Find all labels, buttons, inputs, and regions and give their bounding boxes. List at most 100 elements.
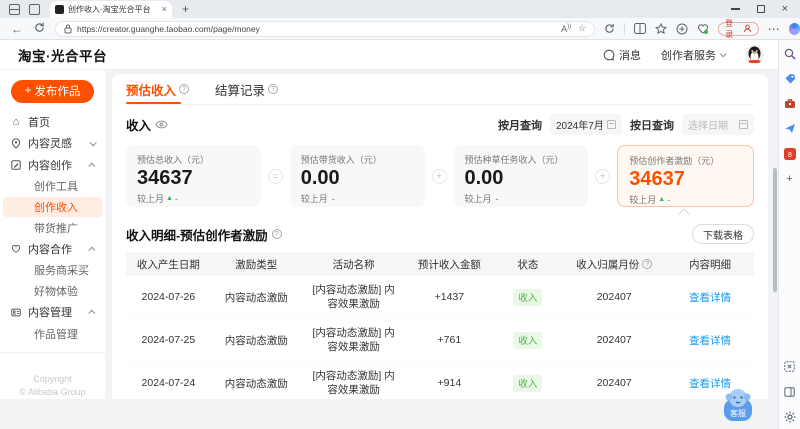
creator-services-dropdown[interactable]: 创作者服务 <box>661 47 725 63</box>
sidebar-drop-icon[interactable] <box>783 122 796 135</box>
sidebar-search-icon[interactable] <box>783 47 796 60</box>
sidebar-item-content-creation[interactable]: 内容创作 <box>0 154 105 176</box>
sidebar-add-icon[interactable]: + <box>783 172 796 185</box>
selected-card-caret <box>678 208 689 219</box>
sidebar-item-content-management[interactable]: 内容管理 <box>0 302 105 324</box>
avatar[interactable] <box>745 45 764 64</box>
collections-icon[interactable] <box>676 23 688 35</box>
message-bubble-icon <box>603 49 615 61</box>
more-menu-icon[interactable]: ⋯ <box>768 22 780 36</box>
site-logo[interactable]: 淘宝·光合平台 <box>18 45 107 65</box>
monthly-query-label: 按月查询 <box>498 117 542 133</box>
settings-gear-icon[interactable] <box>783 410 796 423</box>
status-badge: 收入 <box>513 332 542 349</box>
chevron-up-icon <box>88 246 95 253</box>
login-label: 登录 <box>725 18 740 40</box>
trend-up-icon: ▲ <box>658 196 665 203</box>
sidebar-item-home[interactable]: ⌂ 首页 <box>0 111 105 133</box>
sidebar-item-inspiration[interactable]: 内容灵感 <box>0 132 105 154</box>
browser-essentials-icon[interactable] <box>697 23 709 35</box>
favorites-star-icon[interactable] <box>655 23 667 35</box>
refresh-sync-icon[interactable] <box>604 23 615 34</box>
card-seeding-task-income[interactable]: 预估种草任务收入（元） 0.00 较上月- <box>454 145 589 207</box>
tab-actions-icon[interactable] <box>29 4 40 15</box>
home-icon: ⌂ <box>10 116 22 128</box>
refresh-icon[interactable] <box>34 22 45 36</box>
id-card-icon <box>10 306 22 318</box>
help-icon[interactable] <box>642 259 652 269</box>
edge-sidebar: 8 + <box>778 40 800 429</box>
read-aloud-icon[interactable]: A)) <box>561 24 571 34</box>
status-badge: 收入 <box>513 375 542 392</box>
income-detail-table: 收入产生日期 激励类型 活动名称 预计收入金额 状态 收入归属月份 内容明细 2… <box>126 252 754 399</box>
browser-login-button[interactable]: 登录 <box>718 22 759 36</box>
customer-service-button[interactable]: 客服 <box>720 385 756 425</box>
tab-estimated-income[interactable]: 预估收入 <box>126 74 189 104</box>
view-details-link[interactable]: 查看详情 <box>689 335 731 347</box>
publish-work-button[interactable]: + 发布作品 <box>11 80 94 103</box>
workspaces-icon[interactable] <box>9 4 20 15</box>
help-icon[interactable] <box>268 84 278 94</box>
page-scrollbar[interactable] <box>773 168 777 292</box>
creator-services-label: 创作者服务 <box>661 47 716 63</box>
sidebar-item-service-provider[interactable]: 服务商采买 <box>0 260 105 281</box>
plus-icon: + <box>25 85 32 97</box>
toolbar-actions: 登录 ⋯ <box>604 22 800 36</box>
sidebar-item-product-promotion[interactable]: 带货推广 <box>0 217 105 238</box>
window-minimize-button[interactable] <box>731 8 740 9</box>
chevron-up-icon <box>88 162 95 169</box>
window-close-button[interactable]: × <box>782 5 788 13</box>
browser-tab[interactable]: 创作收入-淘宝光合平台 × <box>50 1 172 18</box>
messages-label: 消息 <box>619 47 641 63</box>
sidebar-panel-icon[interactable] <box>783 385 796 398</box>
tab-settlement-records[interactable]: 结算记录 <box>215 74 278 104</box>
window-maximize-button[interactable] <box>757 5 765 13</box>
heart-hands-icon <box>10 243 22 255</box>
document-edit-icon <box>10 159 22 171</box>
new-tab-button[interactable]: + <box>182 2 189 16</box>
help-icon[interactable] <box>179 84 189 94</box>
calendar-icon <box>607 120 616 129</box>
eye-icon[interactable] <box>155 120 168 129</box>
table-row: 2024-07-24 内容动态激励 [内容动态激励] 内容效果激励 +914 收… <box>126 362 754 399</box>
sidebar-item-content-cooperation[interactable]: 内容合作 <box>0 238 105 260</box>
sidebar-item-creation-tools[interactable]: 创作工具 <box>0 176 105 197</box>
plus-icon: + <box>595 169 610 184</box>
income-cards: 预估总收入（元） 34637 较上月▲- = 预估带货收入（元） 0.00 较上… <box>126 145 754 207</box>
screenshot-icon[interactable] <box>783 360 796 373</box>
help-icon[interactable] <box>272 229 282 239</box>
left-sidebar: + 发布作品 ⌂ 首页 内容灵感 内容创作 创作工具 <box>0 70 105 399</box>
address-bar[interactable]: https://creator.guanghe.taobao.com/page/… <box>55 21 595 37</box>
download-table-button[interactable]: 下载表格 <box>692 224 754 244</box>
date-picker-input[interactable]: 选择日期 <box>682 114 754 135</box>
card-goods-income[interactable]: 预估带货收入（元） 0.00 较上月- <box>290 145 425 207</box>
chevron-down-icon <box>90 139 97 146</box>
browser-toolbar: ← https://creator.guanghe.taobao.com/pag… <box>0 18 800 40</box>
sidebar-item-goods-experience[interactable]: 好物体验 <box>0 281 105 302</box>
tab-close-icon[interactable]: × <box>162 4 167 14</box>
view-details-link[interactable]: 查看详情 <box>689 292 731 304</box>
sidebar-item-works-management[interactable]: 作品管理 <box>0 323 105 344</box>
sidebar-games-icon[interactable]: 8 <box>783 147 796 160</box>
assistant-label: 客服 <box>730 408 746 418</box>
pin-icon <box>10 137 22 149</box>
sidebar-tools-icon[interactable] <box>783 97 796 110</box>
messages-button[interactable]: 消息 <box>603 47 641 63</box>
toolbar-divider <box>624 23 625 35</box>
trend-up-icon: ▲ <box>166 195 173 202</box>
chevron-up-icon <box>88 310 95 317</box>
sidebar-item-creation-income[interactable]: 创作收入 <box>3 197 102 218</box>
card-creator-incentive[interactable]: 预估创作者激励（元） 34637 较上月▲- <box>617 145 754 207</box>
page-viewport: 淘宝·光合平台 消息 创作者服务 + 发布作品 <box>0 40 778 429</box>
lock-icon <box>64 24 72 34</box>
sidebar-shopping-icon[interactable] <box>783 72 796 85</box>
month-picker-input[interactable]: 2024年7月 <box>550 114 622 135</box>
split-screen-icon[interactable] <box>634 23 646 34</box>
copyright: Copyright © Alibaba Group <box>0 352 105 399</box>
card-total-income[interactable]: 预估总收入（元） 34637 较上月▲- <box>126 145 261 207</box>
status-badge: 收入 <box>513 289 542 306</box>
tab-favicon <box>55 5 64 14</box>
back-icon[interactable]: ← <box>11 22 23 36</box>
copilot-icon[interactable] <box>789 23 800 35</box>
bookmark-star-icon[interactable]: ☆ <box>578 23 586 34</box>
